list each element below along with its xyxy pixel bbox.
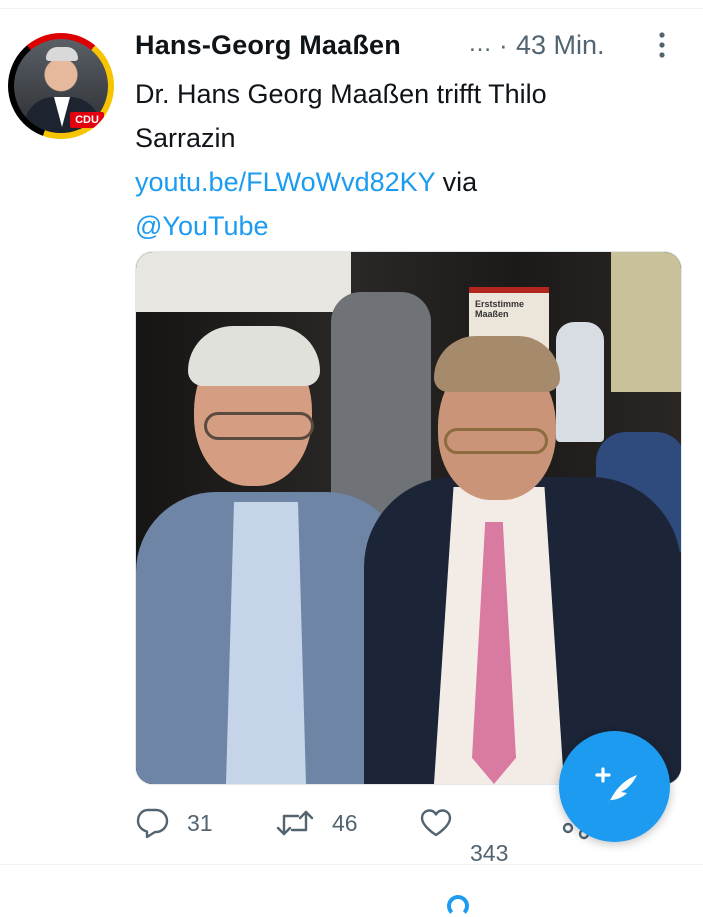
photo-left-man-hair: [188, 326, 320, 386]
avatar[interactable]: CDU: [8, 33, 114, 139]
banner-text: Erststimme Maaßen: [475, 299, 525, 319]
mention-link[interactable]: @YouTube: [135, 204, 675, 248]
avatar-party-badge: CDU: [70, 112, 104, 128]
avatar-hair: [46, 47, 78, 61]
photo-background-person: [556, 322, 604, 442]
photo-left-man-shirt: [226, 502, 306, 784]
tweet-timestamp[interactable]: 43 Min.: [516, 30, 605, 61]
photo-wall: [611, 252, 681, 392]
reply-icon: [135, 807, 169, 839]
name-ellipsis: …: [468, 30, 492, 57]
tweet-header: Hans-Georg Maaßen … · 43 Min.: [135, 28, 680, 64]
tweet-link[interactable]: youtu.be/FLWoWvd82KY: [135, 167, 435, 197]
more-vertical-icon[interactable]: [655, 30, 669, 60]
like-count: 343: [470, 840, 509, 866]
photo-right-man-hair: [434, 336, 560, 392]
author-name[interactable]: Hans-Georg Maaßen: [135, 30, 401, 61]
photo-projection-screen: [136, 252, 351, 312]
retweet-button[interactable]: 46: [276, 800, 358, 846]
retweet-icon: [276, 808, 314, 838]
tweet-text-line-1: Dr. Hans Georg Maaßen trifft Thilo: [135, 79, 547, 109]
tweet-link-line: youtu.be/FLWoWvd82KY via: [135, 160, 675, 204]
compose-tweet-button[interactable]: [559, 731, 670, 842]
tweet-text: Dr. Hans Georg Maaßen trifft Thilo Sarra…: [135, 72, 675, 248]
heart-icon: [419, 808, 453, 838]
loading-spinner-icon: [447, 895, 469, 917]
tweet-photo[interactable]: Erststimme Maaßen: [135, 251, 682, 785]
reply-count: 31: [187, 809, 213, 836]
top-divider: [0, 8, 703, 9]
photo-left-man-glasses: [204, 412, 314, 440]
like-button[interactable]: [419, 800, 453, 846]
reply-button[interactable]: 31: [135, 800, 213, 846]
header-separator: ·: [499, 30, 508, 60]
retweet-count: 46: [332, 809, 358, 836]
tweet-text-line-2: Sarrazin: [135, 123, 236, 153]
bottom-divider: [0, 864, 703, 865]
via-text: via: [435, 167, 478, 197]
photo-right-man-glasses: [444, 428, 548, 454]
